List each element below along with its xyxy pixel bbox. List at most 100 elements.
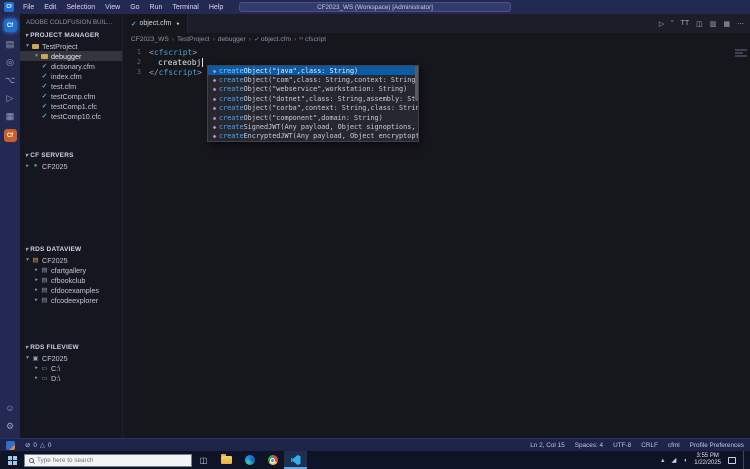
tree-item[interactable]: testComp.cfm	[20, 91, 122, 101]
status-item[interactable]: cfml	[668, 442, 680, 449]
tree-item[interactable]: ▾ debugger	[20, 51, 122, 61]
status-item[interactable]: CRLF	[641, 442, 658, 449]
section-header-cf-servers[interactable]: CF SERVERS	[20, 149, 122, 161]
tree-item[interactable]: ▸ cfcodeexplorer	[20, 295, 122, 305]
clock-date: 1/22/2025	[694, 460, 721, 466]
suggestion-item[interactable]: create Object("com",class: String,contex…	[208, 75, 418, 84]
section-header-rds-dataview[interactable]: RDS DATAVIEW	[20, 243, 122, 255]
menu-item[interactable]: Terminal	[167, 4, 203, 11]
settings-gear-icon[interactable]: ⚙	[6, 421, 14, 432]
file-explorer-button[interactable]	[215, 451, 238, 469]
more-actions-icon[interactable]: ⋯	[737, 20, 744, 28]
suggestion-item[interactable]: create Object("dotnet",class: String,ass…	[208, 94, 418, 103]
suggestion-item[interactable]: create SignedJWT(Any payload, Object sig…	[208, 122, 418, 131]
status-item[interactable]: Ln 2, Col 15	[530, 442, 564, 449]
tree-item-label: testComp.cfm	[51, 91, 96, 101]
taskbar-clock[interactable]: 3:55 PM 1/22/2025	[694, 453, 721, 467]
item-icon	[40, 62, 49, 70]
chevron-icon: ▾	[26, 355, 29, 361]
breadcrumb-item[interactable]: object.cfm	[246, 36, 291, 43]
menu-item[interactable]: View	[100, 4, 125, 11]
code-editor[interactable]: 1 < cfscript > 2 createobj 3 </cfscript >	[123, 45, 750, 438]
status-item[interactable]: Spaces: 4	[575, 442, 603, 449]
tree-item[interactable]: testComp10.cfc	[20, 111, 122, 121]
show-desktop-button[interactable]	[743, 451, 746, 469]
status-item[interactable]: UTF-8	[613, 442, 631, 449]
tree-item-label: cfcodeexplorer	[51, 295, 99, 305]
tree-item[interactable]: ▸ cfartgallery	[20, 265, 122, 275]
section-header-rds-fileview[interactable]: RDS FILEVIEW	[20, 341, 122, 353]
split-editor-icon[interactable]: ▥	[710, 20, 717, 28]
suggestion-item[interactable]: create EncryptedJWT(Any payload, Object …	[208, 132, 418, 141]
taskbar-search-input[interactable]	[37, 456, 177, 464]
vscode-button[interactable]	[284, 451, 307, 469]
tree-item[interactable]: ▾ CF2025	[20, 353, 122, 363]
menu-item[interactable]: Edit	[39, 4, 61, 11]
suggestion-item[interactable]: create Object("webservice",workstation: …	[208, 85, 418, 94]
tree-item[interactable]: ▸ C:\	[20, 363, 122, 373]
breadcrumb-item[interactable]: cfscript	[291, 36, 326, 43]
menu-item[interactable]: Help	[204, 4, 228, 11]
tree-item[interactable]: ▸ D:\	[20, 373, 122, 383]
chrome-button[interactable]	[261, 451, 284, 469]
coldfusion-active-icon[interactable]: Cf	[3, 19, 17, 32]
workbench: Cf ▤ ◎ ⌥ ▷ ▦ Cf ☺ ⚙ ADOBE COLDFUSION BUIL... …	[0, 14, 750, 438]
tree-item[interactable]: testComp1.cfc	[20, 101, 122, 111]
task-view-button[interactable]: ◫	[192, 451, 215, 469]
suggestion-item[interactable]: create Object("component",domain: String…	[208, 113, 418, 122]
sidebar-panel-title: ADOBE COLDFUSION BUIL...	[26, 19, 113, 26]
run-debug-icon[interactable]: ▷	[7, 93, 14, 104]
tree-item-label: test.cfm	[51, 81, 77, 91]
minimap[interactable]	[735, 48, 747, 58]
popup-scrollbar[interactable]	[415, 66, 418, 100]
suggestion-item[interactable]: create Object("java",class: String)	[208, 66, 418, 76]
run-icon[interactable]: ▷	[659, 20, 664, 28]
coldfusion-builder-icon[interactable]: Cf	[3, 129, 17, 142]
edge-button[interactable]	[238, 451, 261, 469]
breadcrumb-item[interactable]: CF2023_WS	[131, 36, 169, 43]
source-control-icon[interactable]: ⌥	[5, 75, 15, 86]
menu-item[interactable]: Selection	[61, 4, 100, 11]
account-icon[interactable]: ☺	[5, 403, 14, 414]
item-icon	[40, 286, 49, 294]
menu-item[interactable]: Run	[145, 4, 168, 11]
breadcrumb-item[interactable]: TestProject	[169, 36, 210, 43]
section-header-project-manager[interactable]: PROJECT MANAGER	[20, 29, 122, 41]
tree-item[interactable]: test.cfm	[20, 81, 122, 91]
problems-indicator[interactable]: ⊘ 0 △ 0	[25, 441, 51, 450]
quote-icon[interactable]: “	[671, 20, 673, 27]
volume-icon[interactable]: ◖	[683, 457, 687, 464]
action-center-icon[interactable]	[728, 456, 736, 464]
explorer-icon[interactable]: ▤	[6, 39, 15, 50]
taskbar-search[interactable]	[24, 453, 192, 467]
remote-indicator-icon[interactable]	[6, 440, 15, 450]
start-button[interactable]	[0, 451, 24, 469]
compare-icon[interactable]: ◫	[696, 20, 703, 28]
tree-item-label: CF2025	[42, 255, 68, 265]
text-case-icon[interactable]: TT	[681, 20, 690, 27]
tree-item[interactable]: ▸ CF2025	[20, 161, 122, 171]
tree-item[interactable]: dictionary.cfm	[20, 61, 122, 71]
tree-item[interactable]: ▸ cfdocexamples	[20, 285, 122, 295]
extensions-icon[interactable]: ▦	[6, 111, 15, 122]
menu-item[interactable]: Go	[125, 4, 144, 11]
suggestion-item[interactable]: create Object("corba",context: String,cl…	[208, 104, 418, 113]
search-icon[interactable]: ◎	[6, 57, 14, 68]
hidden-icons-chevron-icon[interactable]: ▴	[661, 456, 664, 464]
menu-item[interactable]: File	[18, 4, 39, 11]
window-title[interactable]: CF2023_WS (Workspace) [Administrator]	[239, 2, 511, 12]
title-bar[interactable]: Cf File Edit Selection View Go Run Terminal Hel…	[0, 0, 750, 14]
tree-item[interactable]: ▸ cfbookclub	[20, 275, 122, 285]
tree-item[interactable]: ▾ TestProject	[20, 41, 122, 51]
status-item[interactable]: Profile Preferences	[690, 442, 744, 449]
vscode-icon	[290, 455, 301, 465]
breadcrumb-item[interactable]: debugger	[210, 36, 246, 43]
method-icon	[210, 76, 219, 84]
tree-item[interactable]: index.cfm	[20, 71, 122, 81]
network-icon[interactable]: ◢	[671, 456, 676, 464]
tab-object-cfm[interactable]: object.cfm ●	[123, 14, 189, 33]
vscode-window: Cf File Edit Selection View Go Run Terminal Hel…	[0, 0, 750, 451]
layout-icon[interactable]: ▦	[723, 20, 730, 28]
tree-item-label: cfbookclub	[51, 275, 86, 285]
tree-item[interactable]: ▾ CF2025	[20, 255, 122, 265]
